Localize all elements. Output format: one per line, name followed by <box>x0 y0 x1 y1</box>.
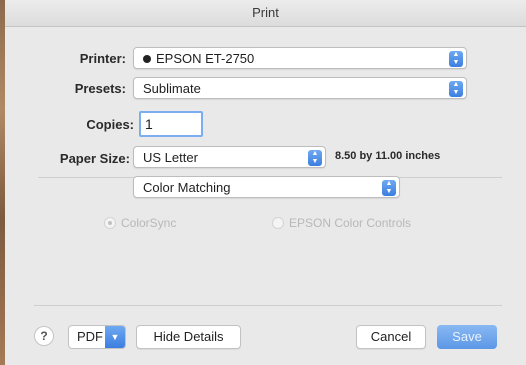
chevron-updown-icon: ▲ ▼ <box>308 150 322 166</box>
chevron-updown-icon: ▲ ▼ <box>449 81 463 97</box>
paper-size-label: Paper Size: <box>59 151 130 166</box>
presets-value: Sublimate <box>143 81 201 96</box>
window-title: Print <box>5 0 526 27</box>
radio-unselected-icon <box>272 216 284 229</box>
paper-dimensions: 8.50 by 11.00 inches <box>335 150 441 162</box>
footer-divider <box>34 305 502 306</box>
hide-details-button[interactable]: Hide Details <box>136 325 241 349</box>
paper-size-popup[interactable]: US Letter ▲ ▼ <box>133 146 326 168</box>
background-edge <box>0 0 5 365</box>
pdf-label: PDF <box>77 329 103 344</box>
paper-size-value: US Letter <box>143 150 198 165</box>
chevron-updown-icon: ▲ ▼ <box>382 180 396 196</box>
presets-label: Presets: <box>74 81 126 96</box>
printer-label: Printer: <box>79 51 126 66</box>
radio-epson-color-controls[interactable]: EPSON Color Controls <box>272 214 411 232</box>
radio-colorsync[interactable]: ColorSync <box>104 214 176 232</box>
copies-label: Copies: <box>86 117 134 132</box>
section-menu-value: Color Matching <box>143 180 231 195</box>
cancel-button[interactable]: Cancel <box>356 325 426 349</box>
copies-field[interactable] <box>139 111 203 137</box>
radio-epson-label: EPSON Color Controls <box>289 216 412 230</box>
printer-popup[interactable]: EPSON ET-2750 ▲ ▼ <box>133 47 467 69</box>
chevron-updown-icon: ▲ ▼ <box>449 51 463 67</box>
printer-value: EPSON ET-2750 <box>156 51 255 66</box>
radio-selected-icon <box>104 216 116 229</box>
printer-status-icon <box>143 54 151 63</box>
chevron-down-icon: ▼ <box>105 326 125 348</box>
presets-popup[interactable]: Sublimate ▲ ▼ <box>133 77 467 99</box>
pdf-menu-button[interactable]: PDF ▼ <box>68 325 126 349</box>
section-menu-popup[interactable]: Color Matching ▲ ▼ <box>133 176 400 198</box>
help-button[interactable]: ? <box>34 326 54 346</box>
save-button[interactable]: Save <box>437 325 497 349</box>
radio-colorsync-label: ColorSync <box>121 216 177 230</box>
